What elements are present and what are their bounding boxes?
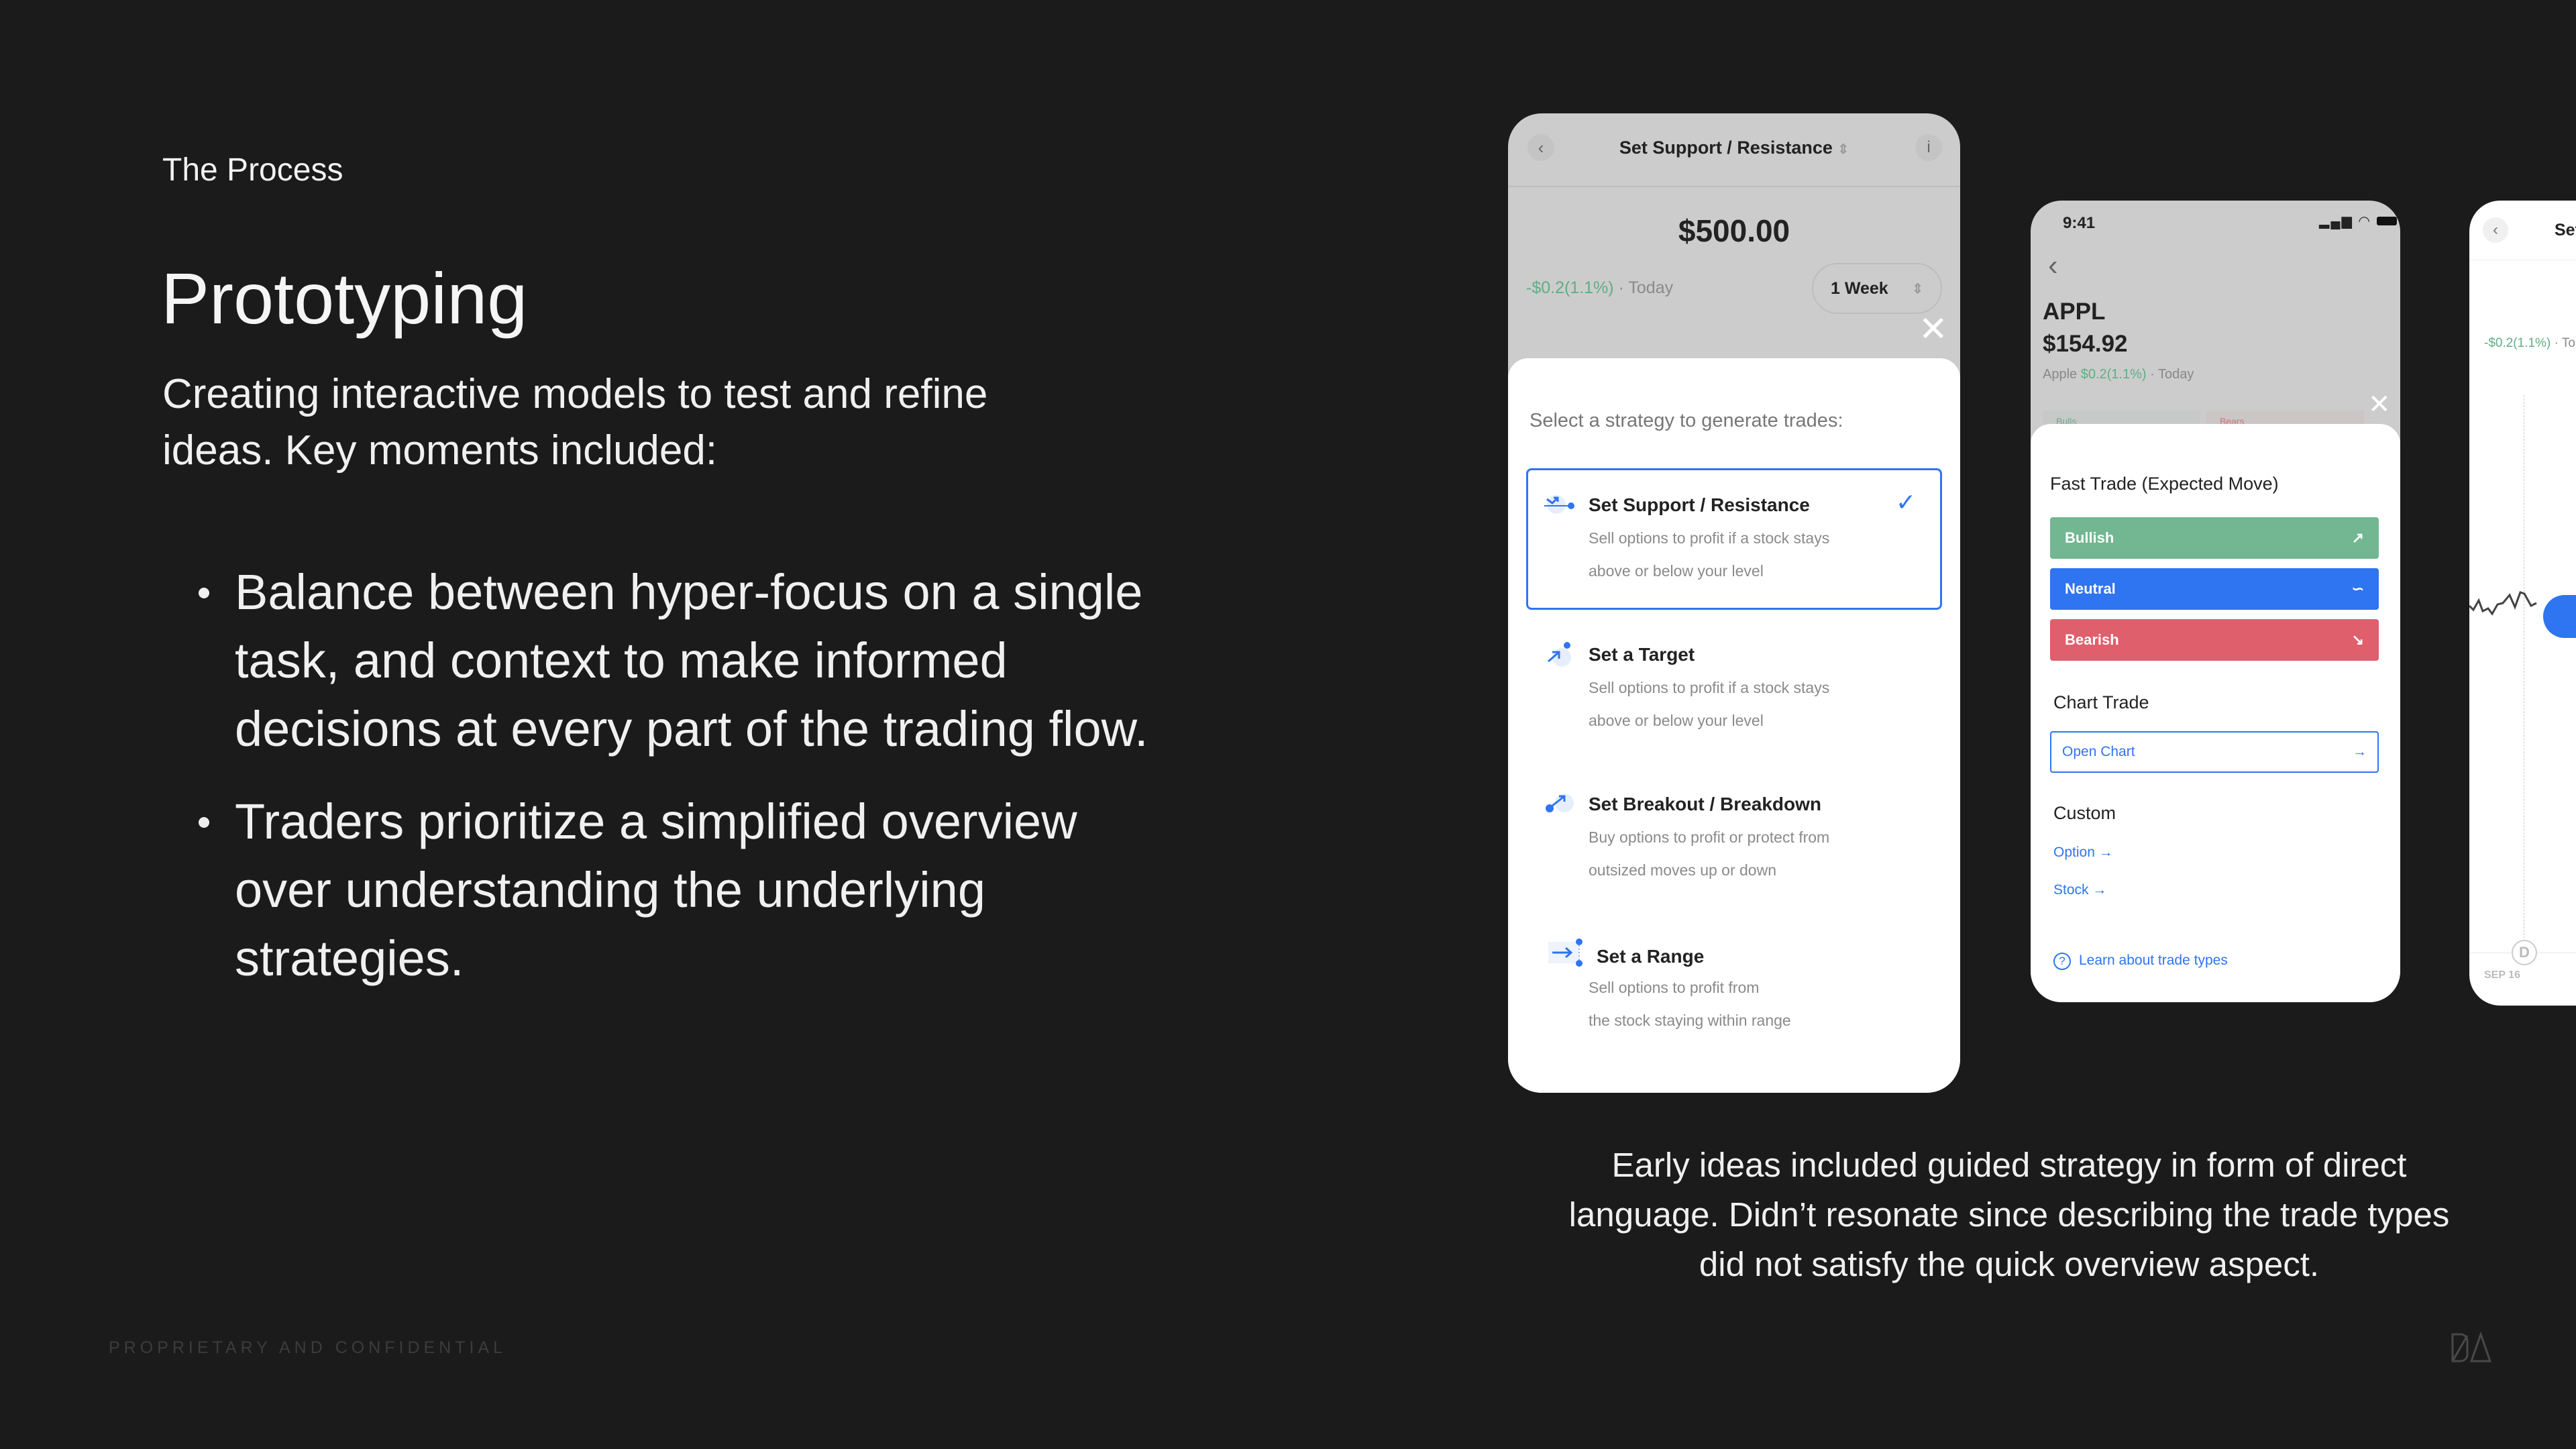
header-title: Set: [2555, 221, 2576, 239]
bullish-button[interactable]: Bullish ↗: [2050, 517, 2379, 559]
signal-icon: ▂▄▆: [2319, 214, 2353, 229]
bullet-list: Balance between hyper-focus on a single …: [199, 558, 1151, 1017]
close-icon[interactable]: ✕: [2368, 391, 2391, 418]
help-icon: ?: [2053, 953, 2071, 970]
support-resistance-icon: [1544, 495, 1574, 514]
back-icon[interactable]: ‹: [2048, 249, 2058, 282]
header-divider: [1508, 186, 1960, 187]
confidential-footer: PROPRIETARY AND CONFIDENTIAL: [109, 1338, 507, 1357]
arrow-right-icon: →: [2353, 744, 2367, 759]
trade-type-sheet: Fast Trade (Expected Move) Bullish ↗ Neut…: [2031, 424, 2400, 1002]
price-line-chart: [2469, 591, 2537, 616]
strategy-title: Set Breakout / Breakdown: [1589, 794, 1821, 814]
breakout-icon: [1546, 794, 1574, 812]
price-change: -$0.2(1.1%) · Today: [1526, 278, 1674, 297]
target-icon: [1548, 642, 1571, 667]
bullet-text: Traders prioritize a simplified overview…: [235, 794, 1077, 986]
phone-fast-trade: 9:41 ▂▄▆ ◠ ‹ APPL $154.92 Apple $0.2(1.1…: [2031, 201, 2400, 1002]
status-icons: ▂▄▆ ◠: [2319, 213, 2397, 229]
neutral-button[interactable]: Neutral ∽: [2050, 568, 2379, 610]
range-icon: [1548, 938, 1582, 967]
fast-trade-title: Fast Trade (Expected Move): [2050, 474, 2279, 494]
slide-subtitle: Creating interactive models to test and …: [162, 371, 988, 474]
ticker: APPL: [2043, 299, 2106, 325]
price-change: -$0.2(1.1%) · To: [2484, 336, 2575, 350]
bullet-text: Balance between hyper-focus on a single …: [235, 564, 1148, 757]
sort-icon: ⇕: [1912, 281, 1923, 297]
open-chart-button[interactable]: Open Chart →: [2050, 731, 2379, 773]
checkmark-icon: ✓: [1896, 488, 1917, 516]
info-icon[interactable]: i: [1915, 134, 1942, 161]
arrow-right-icon: →: [2092, 882, 2107, 898]
period-select[interactable]: 1 Week ⇕: [1812, 263, 1942, 314]
price: $500.00: [1678, 213, 1790, 248]
option-link[interactable]: Option →: [2053, 845, 2113, 861]
bullet-dot: [199, 817, 209, 828]
event-marker[interactable]: D: [2512, 940, 2537, 965]
battery-icon: [2376, 217, 2397, 225]
custom-title: Custom: [2053, 803, 2116, 823]
arrow-right-icon: →: [2098, 845, 2113, 860]
mockup-caption: Early ideas included guided strategy in …: [1568, 1146, 2450, 1283]
stock-change: Apple $0.2(1.1%) · Today: [2043, 367, 2194, 382]
strategy-desc: Buy options to profit or protect from out…: [1589, 828, 1830, 879]
close-icon[interactable]: ✕: [1919, 312, 1948, 347]
strategy-title: Set a Target: [1589, 644, 1695, 665]
learn-link[interactable]: ? Learn about trade types: [2053, 953, 2228, 970]
phone-chart: ‹ Set -$0.2(1.1%) · To D SEP 16: [2469, 201, 2576, 1006]
strategy-desc: Sell options to profit from the stock sta…: [1589, 979, 1791, 1029]
brand-logo: [2451, 1332, 2492, 1362]
status-time: 9:41: [2063, 214, 2096, 232]
strategy-desc: Sell options to profit if a stock stays a…: [1589, 679, 1830, 729]
bullet-item: Traders prioritize a simplified overview…: [199, 788, 1151, 993]
date-label: SEP 16: [2484, 969, 2520, 981]
wave-icon: ∽: [2351, 580, 2364, 597]
strategy-sheet: Select a strategy to generate trades: Se…: [1508, 358, 1960, 1093]
arrow-up-right-icon: ↗: [2351, 529, 2364, 546]
header-title[interactable]: Set Support / Resistance ⇕: [1508, 138, 1960, 158]
bearish-button[interactable]: Bearish ↘: [2050, 619, 2379, 661]
arrow-down-right-icon: ↘: [2351, 631, 2364, 648]
strategy-title: Set a Range: [1597, 946, 1705, 967]
bullet-dot: [199, 588, 209, 598]
strategy-desc: Sell options to profit if a stock stays a…: [1589, 529, 1830, 580]
stock-link[interactable]: Stock →: [2053, 882, 2106, 898]
price-handle[interactable]: [2543, 595, 2576, 638]
back-button[interactable]: ‹: [2483, 217, 2508, 243]
section-kicker: The Process: [162, 152, 343, 188]
strategy-title: Set Support / Resistance: [1589, 494, 1810, 515]
stock-price: $154.92: [2043, 331, 2128, 357]
bullet-item: Balance between hyper-focus on a single …: [199, 558, 1151, 763]
wifi-icon: ◠: [2358, 214, 2371, 229]
chart-trade-title: Chart Trade: [2053, 692, 2149, 712]
phone-strategy-select: ‹ Set Support / Resistance ⇕ i $500.00 -…: [1508, 113, 1960, 1093]
sort-icon: ⇕: [1837, 142, 1849, 157]
strategy-prompt: Select a strategy to generate trades:: [1529, 410, 1843, 431]
slide-title: Prototyping: [161, 258, 528, 339]
